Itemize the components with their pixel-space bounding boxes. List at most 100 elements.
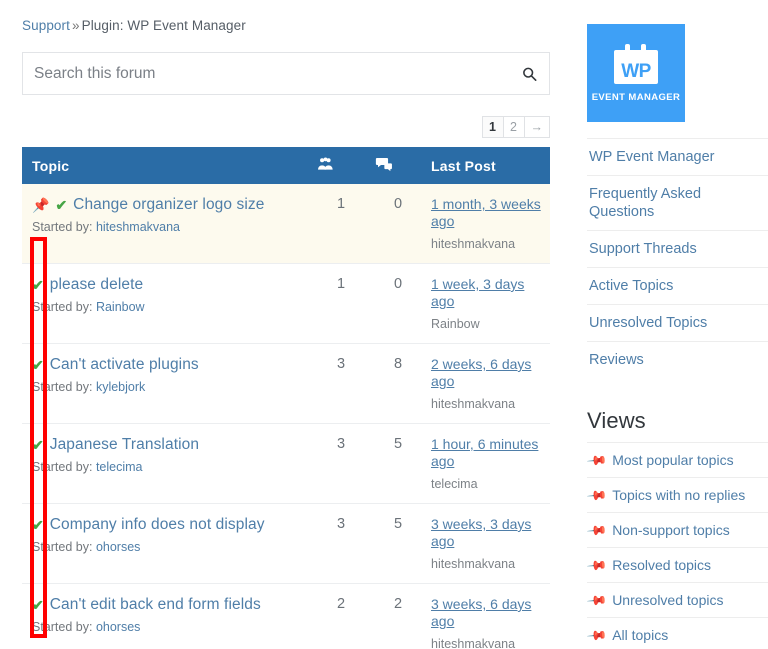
pagination[interactable]: 1 2 → (22, 116, 550, 138)
voices-count: 1 (307, 264, 365, 344)
views-heading: Views (587, 408, 768, 434)
last-post-time-link[interactable]: 1 week, 3 days ago (431, 276, 524, 309)
last-post-time-link[interactable]: 3 weeks, 3 days ago (431, 516, 531, 549)
topic-title-link[interactable]: Can't activate plugins (50, 356, 199, 373)
last-post-time-link[interactable]: 1 hour, 6 minutes ago (431, 436, 538, 469)
views-item-label: Resolved topics (612, 556, 711, 574)
voices-count: 3 (307, 424, 365, 504)
sidebar-item[interactable]: Support Threads (587, 230, 768, 267)
table-row[interactable]: 📌 ✔ Change organizer logo size Started by: … (22, 184, 550, 264)
plugin-logo: WP EVENT MANAGER (587, 24, 685, 122)
breadcrumb-link-support[interactable]: Support (22, 18, 70, 33)
calendar-body: WP (614, 50, 658, 84)
views-item-link[interactable]: 📌Resolved topics (587, 548, 768, 582)
table-row[interactable]: ✔Company info does not displayStarted by… (22, 504, 550, 584)
pagination-next-arrow[interactable]: → (524, 116, 551, 138)
sidebar-item[interactable]: Unresolved Topics (587, 304, 768, 341)
search-icon[interactable] (522, 66, 537, 81)
last-post-time-link[interactable]: 1 month, 3 weeks ago (431, 196, 541, 229)
last-post-cell: 2 weeks, 6 days ago hiteshmakvana (421, 344, 550, 424)
topic-title-link[interactable]: Company info does not display (50, 516, 265, 533)
sidebar: WP EVENT MANAGER WP Event ManagerFrequen… (587, 0, 768, 649)
sidebar-item-label[interactable]: WP Event Manager (587, 139, 768, 175)
table-row[interactable]: ✔Can't activate pluginsStarted by: kyleb… (22, 344, 550, 424)
replies-count: 5 (365, 424, 421, 504)
pushpin-icon: 📌 (587, 450, 608, 470)
sidebar-item-label[interactable]: Unresolved Topics (587, 305, 768, 341)
topic-title-link[interactable]: please delete (50, 276, 144, 293)
replies-count: 5 (365, 504, 421, 584)
views-item-link[interactable]: 📌Non-support topics (587, 513, 768, 547)
pagination-page-2[interactable]: 2 (503, 116, 525, 138)
topics-table-body: 📌 ✔ Change organizer logo size Started by: … (22, 184, 550, 649)
voices-count: 3 (307, 504, 365, 584)
sidebar-item[interactable]: Reviews (587, 341, 768, 378)
views-item-link[interactable]: 📌Most popular topics (587, 443, 768, 477)
sidebar-links: WP Event ManagerFrequently Asked Questio… (587, 138, 768, 378)
pushpin-icon: 📌 (587, 555, 608, 575)
search-input[interactable] (23, 53, 549, 94)
views-item-link[interactable]: 📌Topics with no replies (587, 478, 768, 512)
sidebar-item-label[interactable]: Reviews (587, 342, 768, 378)
replies-count: 8 (365, 344, 421, 424)
users-group-icon (317, 158, 334, 174)
sidebar-item-label[interactable]: Support Threads (587, 231, 768, 267)
sidebar-item[interactable]: Frequently Asked Questions (587, 175, 768, 230)
topic-title-link[interactable]: Japanese Translation (50, 436, 199, 453)
views-item-link[interactable]: 📌Unresolved topics (587, 583, 768, 617)
page-root: Support»Plugin: WP Event Manager 1 2 → T… (0, 0, 768, 649)
views-item-label: Non-support topics (612, 521, 730, 539)
started-by-user-link[interactable]: ohorses (96, 620, 140, 634)
views-item[interactable]: 📌All topics (587, 617, 768, 649)
check-icon: ✔ (55, 198, 67, 212)
views-item[interactable]: 📌Most popular topics (587, 442, 768, 477)
voices-count: 3 (307, 344, 365, 424)
voices-count: 1 (307, 184, 365, 264)
topic-cell: ✔Can't activate pluginsStarted by: kyleb… (22, 344, 307, 424)
views-item-link[interactable]: 📌All topics (587, 618, 768, 649)
views-item[interactable]: 📌Topics with no replies (587, 477, 768, 512)
column-header-replies[interactable] (365, 147, 421, 184)
topic-cell: 📌 ✔ Change organizer logo size Started by: … (22, 184, 307, 264)
replies-count: 0 (365, 184, 421, 264)
started-by-user-link[interactable]: hiteshmakvana (96, 220, 180, 234)
sidebar-item-label[interactable]: Active Topics (587, 268, 768, 304)
started-by-user-link[interactable]: Rainbow (96, 300, 145, 314)
sidebar-item[interactable]: Active Topics (587, 267, 768, 304)
views-item[interactable]: 📌Unresolved topics (587, 582, 768, 617)
last-post-time-link[interactable]: 3 weeks, 6 days ago (431, 596, 531, 629)
forum-search-box[interactable] (22, 52, 550, 95)
started-by-user-link[interactable]: ohorses (96, 540, 140, 554)
column-header-topic[interactable]: Topic (22, 147, 307, 184)
sidebar-item[interactable]: WP Event Manager (587, 138, 768, 175)
sidebar-views-list: 📌Most popular topics📌Topics with no repl… (587, 442, 768, 649)
column-header-voices[interactable] (307, 147, 365, 184)
views-item[interactable]: 📌Resolved topics (587, 547, 768, 582)
table-row[interactable]: ✔Japanese TranslationStarted by: telecim… (22, 424, 550, 504)
table-row[interactable]: ✔please deleteStarted by: Rainbow101 wee… (22, 264, 550, 344)
column-header-last-post[interactable]: Last Post (421, 147, 550, 184)
last-post-author: Rainbow (431, 317, 550, 332)
pushpin-icon: 📌 (32, 198, 49, 212)
last-post-author: hiteshmakvana (431, 397, 550, 412)
topic-title-link[interactable]: Change organizer logo size (73, 196, 264, 213)
views-item[interactable]: 📌Non-support topics (587, 512, 768, 547)
views-item-label: Most popular topics (612, 451, 733, 469)
topic-started-by: Started by: hiteshmakvana (32, 220, 307, 235)
started-by-label: Started by: (32, 460, 92, 474)
pushpin-icon: 📌 (587, 520, 608, 540)
pushpin-icon: 📌 (587, 590, 608, 610)
check-icon: ✔ (32, 518, 44, 532)
topic-started-by: Started by: telecima (32, 460, 307, 475)
pagination-page-1[interactable]: 1 (482, 116, 504, 138)
started-by-user-link[interactable]: kylebjork (96, 380, 145, 394)
last-post-author: hiteshmakvana (431, 237, 550, 252)
sidebar-item-label[interactable]: Frequently Asked Questions (587, 176, 768, 230)
last-post-time-link[interactable]: 2 weeks, 6 days ago (431, 356, 531, 389)
table-row[interactable]: ✔Can't edit back end form fieldsStarted … (22, 584, 550, 649)
breadcrumb-separator: » (70, 18, 82, 33)
topic-title-link[interactable]: Can't edit back end form fields (50, 596, 261, 613)
started-by-user-link[interactable]: telecima (96, 460, 143, 474)
topic-cell: ✔please deleteStarted by: Rainbow (22, 264, 307, 344)
last-post-author: hiteshmakvana (431, 637, 550, 649)
